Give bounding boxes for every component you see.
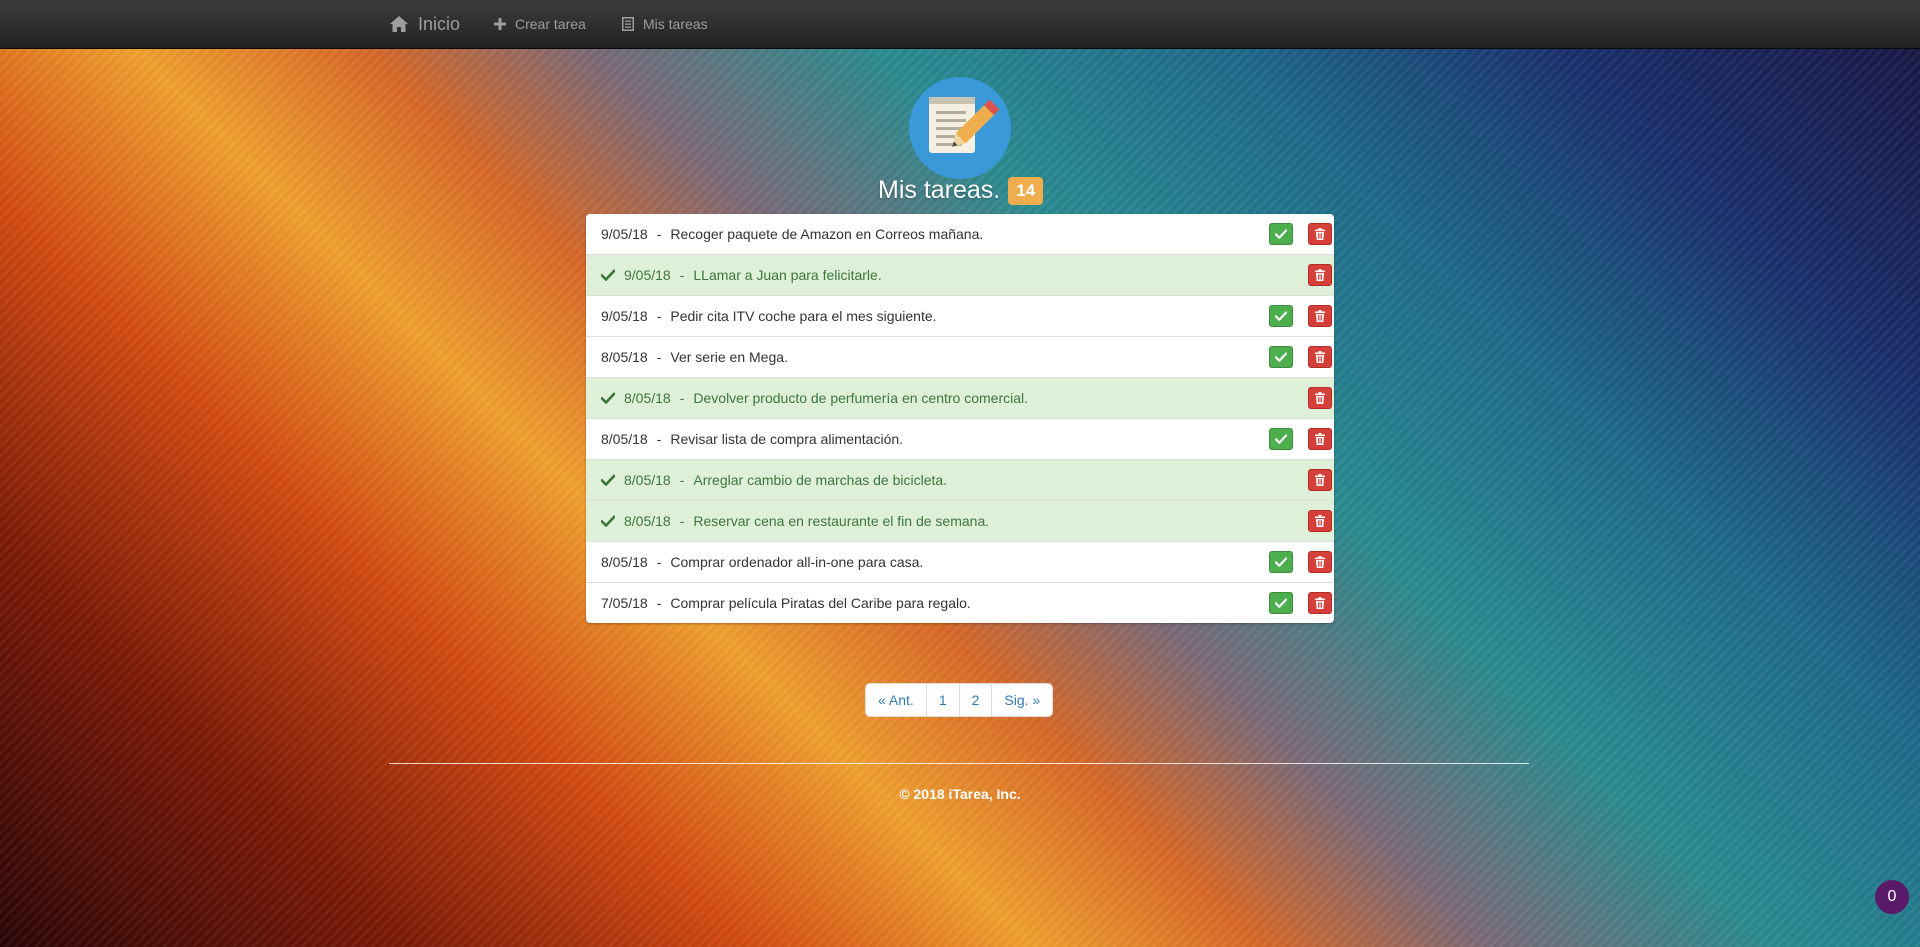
- task-date: 9/05/18: [601, 308, 648, 324]
- task-count-badge: 14: [1008, 176, 1044, 205]
- task-text: Reservar cena en restaurante el fin de s…: [693, 513, 990, 529]
- trash-icon: [1315, 228, 1325, 240]
- notepad-pencil-icon: [909, 77, 1011, 179]
- trash-icon: [1315, 351, 1325, 363]
- task-date: 8/05/18: [624, 390, 671, 406]
- check-icon: [1275, 434, 1287, 444]
- task-separator: -: [656, 554, 662, 570]
- task-text: Recoger paquete de Amazon en Correos mañ…: [670, 226, 984, 242]
- delete-task-button[interactable]: [1308, 305, 1332, 327]
- task-row: 8/05/18- Reservar cena en restaurante el …: [586, 501, 1334, 542]
- trash-icon: [1315, 433, 1325, 445]
- task-row: 9/05/18- LLamar a Juan para felicitarle.: [586, 255, 1334, 296]
- pagination: « Ant. 1 2 Sig. »: [866, 684, 1053, 716]
- check-icon: [1275, 557, 1287, 567]
- task-separator: -: [656, 431, 662, 447]
- home-icon: [389, 15, 409, 33]
- task-text: LLamar a Juan para felicitarle.: [693, 267, 882, 283]
- check-icon: [1275, 229, 1287, 239]
- footer-divider: [389, 763, 1529, 764]
- task-date: 9/05/18: [601, 226, 648, 242]
- task-date: 8/05/18: [624, 513, 671, 529]
- task-text: Ver serie en Mega.: [670, 349, 788, 365]
- task-date: 9/05/18: [624, 267, 671, 283]
- complete-task-button[interactable]: [1269, 592, 1293, 614]
- task-text: Pedir cita ITV coche para el mes siguien…: [670, 308, 937, 324]
- task-date: 7/05/18: [601, 595, 648, 611]
- trash-icon: [1315, 310, 1325, 322]
- nav-home-label: Inicio: [418, 13, 461, 34]
- trash-icon: [1315, 556, 1325, 568]
- task-date: 8/05/18: [624, 472, 671, 488]
- check-icon: [601, 392, 615, 404]
- task-separator: -: [679, 513, 685, 529]
- task-row: 9/05/18- Pedir cita ITV coche para el mes…: [586, 296, 1334, 337]
- delete-task-button[interactable]: [1308, 592, 1332, 614]
- plus-icon: [494, 18, 506, 30]
- task-date: 8/05/18: [601, 431, 648, 447]
- task-separator: -: [656, 595, 662, 611]
- trash-icon: [1315, 515, 1325, 527]
- task-separator: -: [656, 308, 662, 324]
- task-text: Revisar lista de compra alimentación.: [670, 431, 904, 447]
- delete-task-button[interactable]: [1308, 551, 1332, 573]
- delete-task-button[interactable]: [1308, 428, 1332, 450]
- check-icon: [1275, 598, 1287, 608]
- pagination-page-1[interactable]: 1: [925, 684, 959, 716]
- check-icon: [601, 515, 615, 527]
- counter-badge: 0: [1875, 880, 1909, 914]
- delete-task-button[interactable]: [1308, 346, 1332, 368]
- task-row: 8/05/18- Comprar ordenador all-in-one par…: [586, 542, 1334, 583]
- task-separator: -: [679, 390, 685, 406]
- footer-copyright: © 2018 iTarea, Inc.: [899, 786, 1021, 802]
- delete-task-button[interactable]: [1308, 510, 1332, 532]
- task-separator: -: [656, 226, 662, 242]
- delete-task-button[interactable]: [1308, 264, 1332, 286]
- check-icon: [601, 474, 615, 486]
- task-row: 9/05/18- Recoger paquete de Amazon en Cor…: [586, 214, 1334, 255]
- check-icon: [1275, 352, 1287, 362]
- task-row: 8/05/18- Arreglar cambio de marchas de bi…: [586, 460, 1334, 501]
- task-separator: -: [656, 349, 662, 365]
- page-title-text: Mis tareas.: [878, 176, 1001, 204]
- pagination-prev[interactable]: « Ant.: [866, 684, 926, 716]
- complete-task-button[interactable]: [1269, 428, 1293, 450]
- task-row: 8/05/18- Revisar lista de compra alimenta…: [586, 419, 1334, 460]
- task-text: Devolver producto de perfumería en centr…: [693, 390, 1028, 406]
- trash-icon: [1315, 474, 1325, 486]
- task-separator: -: [679, 267, 685, 283]
- list-icon: [622, 17, 634, 31]
- pagination-next[interactable]: Sig. »: [991, 684, 1052, 716]
- task-date: 8/05/18: [601, 349, 648, 365]
- delete-task-button[interactable]: [1308, 223, 1332, 245]
- nav-create-task-label: Crear tarea: [515, 16, 586, 32]
- complete-task-button[interactable]: [1269, 305, 1293, 327]
- task-text: Comprar ordenador all-in-one para casa.: [670, 554, 924, 570]
- nav-my-tasks-link[interactable]: Mis tareas: [622, 0, 708, 48]
- task-row: 8/05/18- Devolver producto de perfumería …: [586, 378, 1334, 419]
- nav-home-link[interactable]: Inicio: [389, 0, 460, 48]
- complete-task-button[interactable]: [1269, 551, 1293, 573]
- pagination-page-2[interactable]: 2: [958, 684, 992, 716]
- trash-icon: [1315, 269, 1325, 281]
- check-icon: [601, 269, 615, 281]
- check-icon: [1275, 311, 1287, 321]
- delete-task-button[interactable]: [1308, 387, 1332, 409]
- nav-create-task-link[interactable]: Crear tarea: [494, 0, 586, 48]
- task-list: 9/05/18- Recoger paquete de Amazon en Cor…: [586, 214, 1334, 623]
- task-date: 8/05/18: [601, 554, 648, 570]
- complete-task-button[interactable]: [1269, 346, 1293, 368]
- task-row: 8/05/18- Ver serie en Mega.: [586, 337, 1334, 378]
- top-navbar: Inicio Crear tarea Mis tareas: [0, 0, 1920, 49]
- trash-icon: [1315, 597, 1325, 609]
- task-text: Comprar película Piratas del Caribe para…: [670, 595, 971, 611]
- task-row: 7/05/18- Comprar película Piratas del Car…: [586, 583, 1334, 623]
- delete-task-button[interactable]: [1308, 469, 1332, 491]
- task-separator: -: [679, 472, 685, 488]
- task-text: Arreglar cambio de marchas de bicicleta.: [693, 472, 948, 488]
- nav-my-tasks-label: Mis tareas: [643, 16, 708, 32]
- page-title: Mis tareas. 14: [878, 176, 1044, 205]
- complete-task-button[interactable]: [1269, 223, 1293, 245]
- trash-icon: [1315, 392, 1325, 404]
